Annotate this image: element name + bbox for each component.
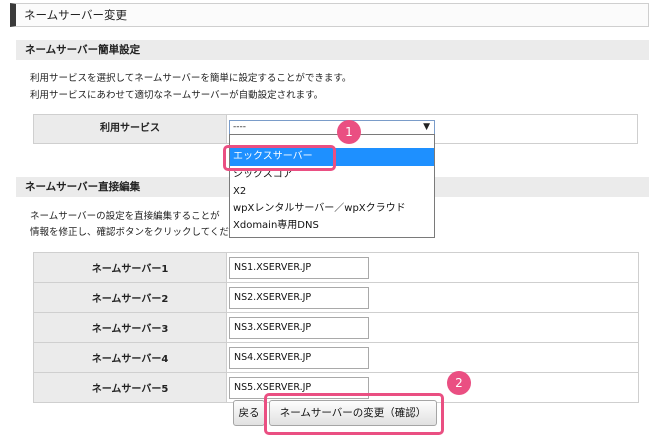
- nameserver-2-label: ネームサーバー2: [33, 282, 227, 313]
- table-row: ネームサーバー2 NS2.XSERVER.JP: [33, 282, 639, 313]
- table-row: ネームサーバー3 NS3.XSERVER.JP: [33, 312, 639, 343]
- service-label: 利用サービス: [33, 114, 226, 144]
- dropdown-arrow-icon: ▼: [423, 122, 430, 132]
- direct-edit-description-1: ネームサーバーの設定を直接編集することが: [30, 211, 220, 222]
- step-badge-2: 2: [447, 371, 471, 395]
- simple-setting-description-1: 利用サービスを選択してネームサーバーを簡単に設定することができます。: [30, 73, 352, 84]
- direct-edit-description-2: 情報を修正し、確認ボタンをクリックしてくださ: [30, 227, 239, 238]
- back-button[interactable]: 戻る: [233, 400, 265, 426]
- simple-setting-description-2: 利用サービスにあわせて適切なネームサーバーが自動設定されます。: [30, 90, 324, 101]
- nameserver-4-label: ネームサーバー4: [33, 342, 227, 373]
- nameserver-table: ネームサーバー1 NS1.XSERVER.JP ネームサーバー2 NS2.XSE…: [33, 252, 639, 403]
- service-option-x2[interactable]: X2: [230, 183, 434, 200]
- nameserver-2-input[interactable]: NS2.XSERVER.JP: [229, 286, 369, 309]
- highlight-box-submit-button: [264, 393, 444, 435]
- step-badge-1: 1: [337, 120, 361, 144]
- nameserver-5-label: ネームサーバー5: [33, 372, 227, 403]
- table-row: ネームサーバー1 NS1.XSERVER.JP: [33, 252, 639, 283]
- nameserver-3-input[interactable]: NS3.XSERVER.JP: [229, 316, 369, 339]
- highlight-box-xserver-option: [223, 145, 336, 171]
- service-option-xdomain-dns[interactable]: Xdomain専用DNS: [230, 217, 434, 234]
- table-row: ネームサーバー4 NS4.XSERVER.JP: [33, 342, 639, 373]
- service-select-value: ----: [233, 122, 246, 132]
- service-select[interactable]: ---- ▼: [229, 120, 435, 135]
- nameserver-1-input[interactable]: NS1.XSERVER.JP: [229, 256, 369, 279]
- nameserver-3-label: ネームサーバー3: [33, 312, 227, 343]
- nameserver-1-label: ネームサーバー1: [33, 252, 227, 283]
- simple-setting-header: ネームサーバー簡単設定: [16, 40, 649, 60]
- service-option-wpx[interactable]: wpXレンタルサーバー／wpXクラウド: [230, 200, 434, 217]
- page-title: ネームサーバー変更: [10, 3, 649, 27]
- nameserver-4-input[interactable]: NS4.XSERVER.JP: [229, 346, 369, 369]
